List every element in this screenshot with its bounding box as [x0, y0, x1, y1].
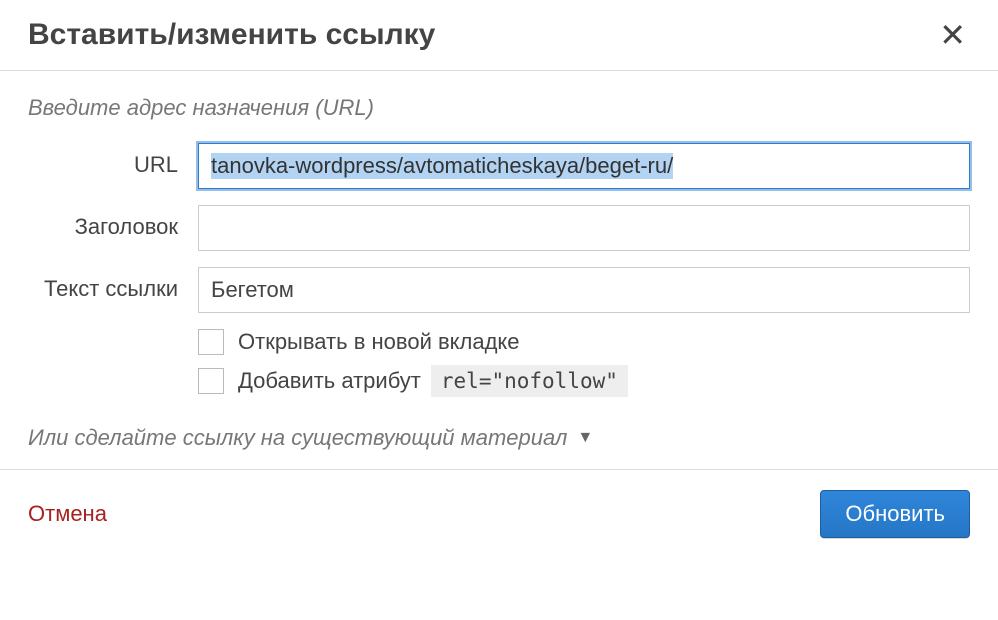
link-text-row: Текст ссылки — [28, 267, 970, 313]
url-input-value: tanovka-wordpress/avtomaticheskaya/beget… — [211, 153, 673, 179]
nofollow-checkbox[interactable] — [198, 368, 224, 394]
cancel-button[interactable]: Отмена — [28, 501, 107, 527]
new-tab-label: Открывать в новой вкладке — [238, 329, 520, 355]
dialog-footer: Отмена Обновить — [0, 469, 998, 562]
submit-button[interactable]: Обновить — [820, 490, 970, 538]
link-dialog: Вставить/изменить ссылку ✕ Введите адрес… — [0, 0, 998, 562]
dialog-title: Вставить/изменить ссылку — [28, 18, 435, 52]
link-text-label: Текст ссылки — [28, 267, 198, 303]
title-label: Заголовок — [28, 205, 198, 241]
link-text-input[interactable] — [198, 267, 970, 313]
dialog-body: Введите адрес назначения (URL) URL tanov… — [0, 71, 998, 469]
nofollow-row: Добавить атрибут rel="nofollow" — [198, 365, 970, 397]
title-input[interactable] — [198, 205, 970, 251]
close-button[interactable]: ✕ — [935, 19, 970, 51]
nofollow-code: rel="nofollow" — [431, 365, 628, 397]
existing-content-toggle[interactable]: Или сделайте ссылку на существующий мате… — [28, 425, 970, 451]
title-row: Заголовок — [28, 205, 970, 251]
url-label: URL — [28, 143, 198, 179]
dialog-header: Вставить/изменить ссылку ✕ — [0, 0, 998, 71]
url-input[interactable]: tanovka-wordpress/avtomaticheskaya/beget… — [198, 143, 970, 189]
url-row: URL tanovka-wordpress/avtomaticheskaya/b… — [28, 143, 970, 189]
section-label: Введите адрес назначения (URL) — [28, 95, 970, 121]
close-icon: ✕ — [939, 17, 966, 53]
nofollow-label-text: Добавить атрибут — [238, 368, 421, 394]
new-tab-row: Открывать в новой вкладке — [198, 329, 970, 355]
existing-content-label: Или сделайте ссылку на существующий мате… — [28, 425, 567, 451]
nofollow-label: Добавить атрибут rel="nofollow" — [238, 365, 628, 397]
chevron-down-icon: ▼ — [577, 429, 593, 447]
new-tab-checkbox[interactable] — [198, 329, 224, 355]
